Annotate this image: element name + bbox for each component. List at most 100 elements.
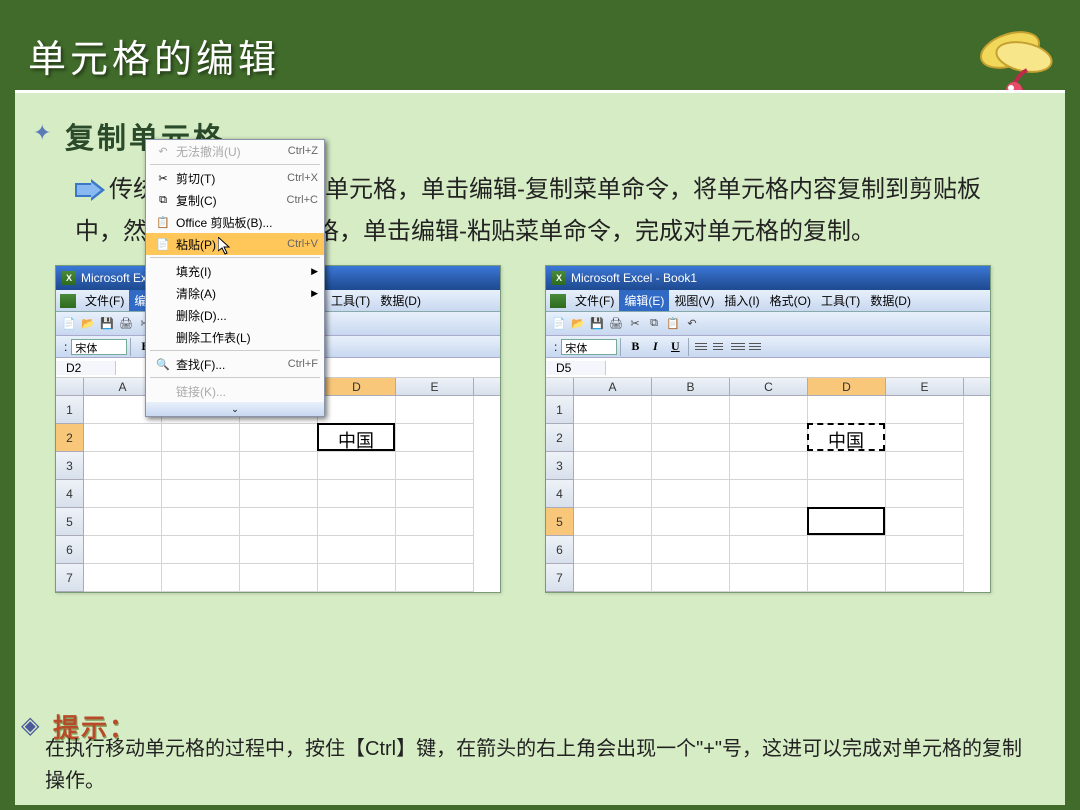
cell[interactable] (240, 564, 318, 592)
cell[interactable] (396, 452, 474, 480)
toolbar-button-icon[interactable]: 🖨 (607, 315, 625, 333)
menu-item[interactable]: 视图(V) (669, 290, 719, 311)
cell[interactable] (886, 508, 964, 536)
cell[interactable] (84, 452, 162, 480)
cell[interactable] (84, 480, 162, 508)
row-header[interactable]: 7 (56, 564, 84, 592)
cell[interactable] (162, 564, 240, 592)
cell[interactable] (652, 424, 730, 452)
menu-dropdown-item[interactable]: ⧉复制(C)Ctrl+C (146, 189, 324, 211)
cell[interactable] (318, 536, 396, 564)
row-header[interactable]: 4 (56, 480, 84, 508)
align-button-icon[interactable] (711, 339, 729, 355)
column-header[interactable]: E (396, 378, 474, 395)
row-header[interactable]: 2 (546, 424, 574, 452)
column-header[interactable]: D (318, 378, 396, 395)
cell[interactable] (808, 452, 886, 480)
cell[interactable] (84, 508, 162, 536)
cell[interactable] (318, 508, 396, 536)
cell[interactable] (730, 452, 808, 480)
row-header[interactable]: 5 (56, 508, 84, 536)
cell[interactable] (396, 480, 474, 508)
cell[interactable] (730, 508, 808, 536)
cell[interactable] (886, 396, 964, 424)
menu-dropdown-item[interactable]: 🔍查找(F)...Ctrl+F (146, 353, 324, 375)
row-header[interactable]: 2 (56, 424, 84, 452)
format-button[interactable]: I (645, 338, 665, 356)
cell[interactable] (652, 480, 730, 508)
cell[interactable] (318, 452, 396, 480)
cell[interactable] (396, 396, 474, 424)
cell[interactable] (574, 480, 652, 508)
format-button[interactable]: U (665, 338, 685, 356)
align-button-icon[interactable] (747, 339, 765, 355)
row-header[interactable]: 1 (56, 396, 84, 424)
cell[interactable] (396, 536, 474, 564)
cell[interactable] (730, 480, 808, 508)
toolbar-button-icon[interactable]: 💾 (588, 315, 606, 333)
cell[interactable] (886, 452, 964, 480)
menu-dropdown-item[interactable]: 清除(A)▶ (146, 282, 324, 304)
name-box[interactable]: D5 (546, 361, 606, 375)
cell[interactable] (240, 508, 318, 536)
menu-dropdown-item[interactable]: 删除(D)... (146, 304, 324, 326)
cell[interactable] (574, 564, 652, 592)
cell[interactable] (730, 424, 808, 452)
cell[interactable] (84, 424, 162, 452)
cell[interactable] (652, 536, 730, 564)
menu-item[interactable]: 工具(T) (816, 290, 865, 311)
menu-dropdown-item[interactable]: ✂剪切(T)Ctrl+X (146, 167, 324, 189)
menu-dropdown-item[interactable]: 删除工作表(L) (146, 326, 324, 348)
row-header[interactable]: 1 (546, 396, 574, 424)
font-selector[interactable]: 宋体 (561, 339, 617, 355)
row-header[interactable]: 5 (546, 508, 574, 536)
menu-item[interactable]: 工具(T) (326, 290, 375, 311)
cell[interactable] (808, 564, 886, 592)
row-header[interactable]: 3 (56, 452, 84, 480)
cell[interactable] (240, 452, 318, 480)
cell[interactable] (318, 564, 396, 592)
menu-item[interactable]: 数据(D) (375, 290, 426, 311)
name-box[interactable]: D2 (56, 361, 116, 375)
cell[interactable] (162, 508, 240, 536)
cell[interactable] (574, 424, 652, 452)
cell[interactable] (84, 536, 162, 564)
cell[interactable] (162, 452, 240, 480)
worksheet[interactable]: ABCDE1234567中国 (546, 378, 990, 592)
toolbar-button-icon[interactable]: 🖨 (117, 315, 135, 333)
cell[interactable] (574, 396, 652, 424)
toolbar-button-icon[interactable]: 📄 (550, 315, 568, 333)
align-button-icon[interactable] (693, 339, 711, 355)
menu-dropdown-item[interactable]: 📋Office 剪贴板(B)... (146, 211, 324, 233)
cell[interactable] (396, 424, 474, 452)
cell[interactable] (730, 396, 808, 424)
cell[interactable] (886, 536, 964, 564)
menu-item[interactable]: 文件(F) (80, 290, 129, 311)
row-header[interactable]: 6 (56, 536, 84, 564)
cell[interactable] (886, 564, 964, 592)
column-header[interactable]: B (652, 378, 730, 395)
toolbar-button-icon[interactable]: 📂 (569, 315, 587, 333)
cell[interactable] (318, 396, 396, 424)
cell[interactable] (574, 452, 652, 480)
cell[interactable] (808, 536, 886, 564)
menu-item[interactable]: 插入(I) (719, 290, 764, 311)
column-header[interactable]: C (730, 378, 808, 395)
cell[interactable] (318, 480, 396, 508)
cell[interactable] (730, 536, 808, 564)
cell[interactable] (886, 424, 964, 452)
cell[interactable] (162, 536, 240, 564)
column-header[interactable]: E (886, 378, 964, 395)
toolbar-button-icon[interactable]: 📂 (79, 315, 97, 333)
cell[interactable] (652, 564, 730, 592)
row-header[interactable]: 3 (546, 452, 574, 480)
cell[interactable] (396, 508, 474, 536)
menu-item[interactable]: 编辑(E) (619, 290, 669, 311)
format-button[interactable]: B (625, 338, 645, 356)
toolbar-button-icon[interactable]: 📄 (60, 315, 78, 333)
align-button-icon[interactable] (729, 339, 747, 355)
toolbar-button-icon[interactable]: ↶ (683, 315, 701, 333)
row-header[interactable]: 4 (546, 480, 574, 508)
row-header[interactable]: 6 (546, 536, 574, 564)
cell[interactable] (886, 480, 964, 508)
